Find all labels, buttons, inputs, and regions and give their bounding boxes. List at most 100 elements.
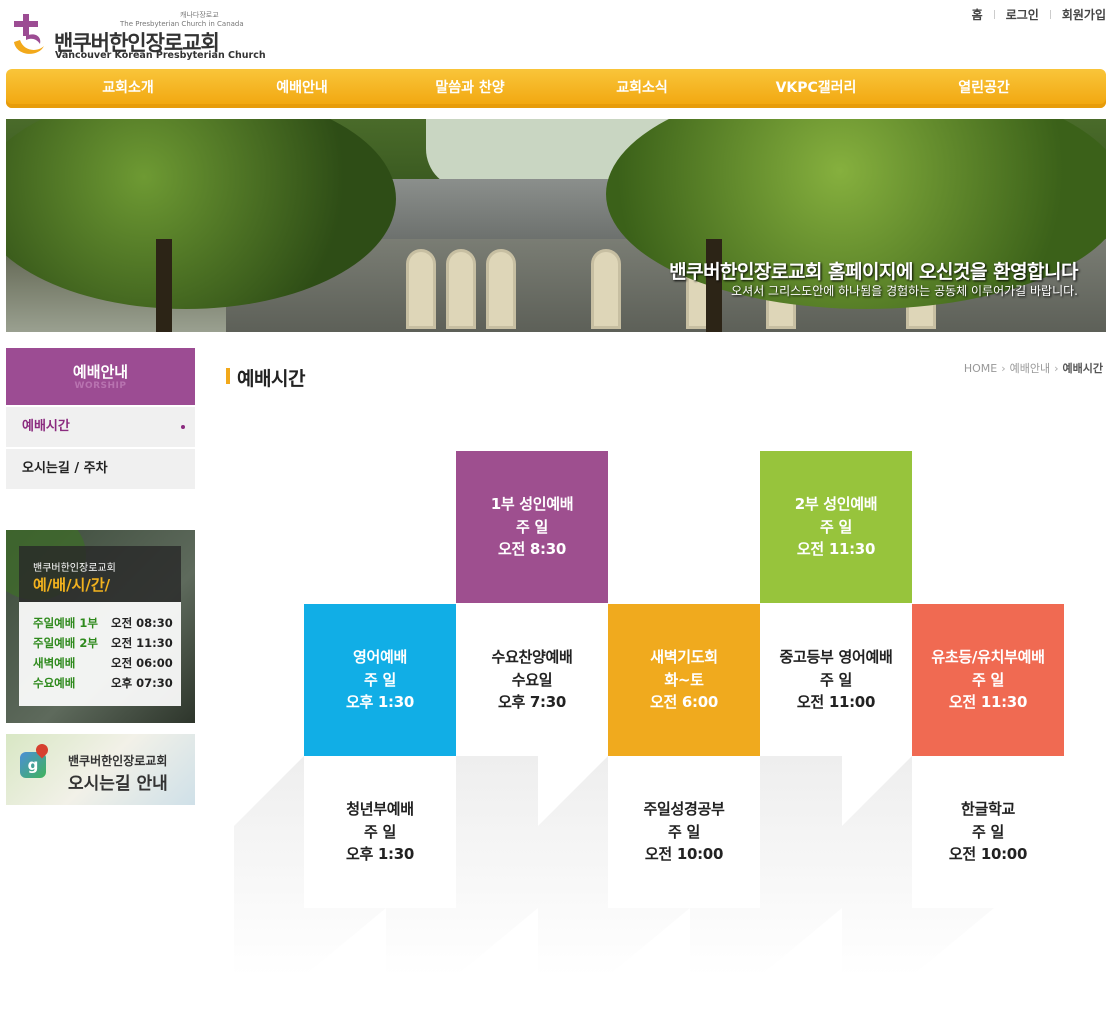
service-time: 오전 10:00 bbox=[644, 845, 724, 864]
service-name: 1부 성인예배 bbox=[490, 495, 574, 514]
utility-links: 홈 로그인 회원가입 bbox=[972, 6, 1106, 23]
breadcrumb: HOME › 예배안내 › 예배시간 bbox=[964, 360, 1103, 376]
service-time: 오후 1:30 bbox=[345, 693, 415, 712]
service-name: 주일성경공부 bbox=[643, 800, 725, 819]
divider bbox=[1049, 10, 1051, 19]
service-box-korean-school: 한글학교 주 일 오전 10:00 bbox=[912, 756, 1064, 908]
breadcrumb-worship[interactable]: 예배안내 bbox=[1010, 362, 1050, 375]
active-dot-icon bbox=[181, 425, 185, 429]
banner-title: 밴쿠버한인장로교회 홈페이지에 오신것을 환영합니다 bbox=[669, 261, 1078, 283]
service-box-bible-study: 주일성경공부 주 일 오전 10:00 bbox=[608, 756, 760, 908]
service-box-young-adults: 청년부예배 주 일 오후 1:30 bbox=[304, 756, 456, 908]
service-day: 주 일 bbox=[820, 670, 852, 689]
service-day: 주 일 bbox=[820, 517, 852, 536]
banner-window bbox=[486, 249, 516, 329]
banner-subtitle: 오셔서 그리스도안에 하나됨을 경험하는 공동체 이루어가길 바랍니다. bbox=[731, 284, 1078, 298]
card-header: 밴쿠버한인장로교회 예/배/시/간/ bbox=[19, 546, 181, 602]
church-logo[interactable]: 캐나다장로교 The Presbyterian Church in Canada… bbox=[8, 10, 266, 62]
service-time: 오전 8:30 bbox=[497, 540, 567, 559]
service-day: 주 일 bbox=[364, 822, 396, 841]
service-time: 오전 11:30 bbox=[948, 693, 1028, 712]
sidebar-item-worship-time[interactable]: 예배시간 bbox=[6, 407, 195, 447]
service-box-2nd-adult: 2부 성인예배 주 일 오전 11:30 bbox=[760, 451, 912, 603]
service-box-dawn-prayer: 새벽기도회 화~토 오전 6:00 bbox=[608, 604, 760, 756]
service-time: 오전 08:30 bbox=[111, 616, 173, 630]
page: 캐나다장로교 The Presbyterian Church in Canada… bbox=[0, 0, 1110, 1022]
service-time: 오전 11:30 bbox=[796, 540, 876, 559]
service-name: 수요찬양예배 bbox=[491, 648, 573, 667]
breadcrumb-current: 예배시간 bbox=[1062, 362, 1103, 375]
service-day: 주 일 bbox=[364, 670, 396, 689]
page-title: 예배시간 bbox=[237, 368, 305, 390]
directions-map-card[interactable]: g 밴쿠버한인장로교회 오시는길 안내 bbox=[6, 734, 195, 805]
banner-window bbox=[591, 249, 621, 329]
signup-link[interactable]: 회원가입 bbox=[1062, 6, 1106, 23]
service-box-english: 영어예배 주 일 오후 1:30 bbox=[304, 604, 456, 756]
chevron-right-icon: › bbox=[1054, 362, 1059, 375]
service-box-youth-english: 중고등부 영어예배 주 일 오전 11:00 bbox=[760, 604, 912, 756]
hero-banner: 밴쿠버한인장로교회 홈페이지에 오신것을 환영합니다 오셔서 그리스도안에 하나… bbox=[6, 119, 1106, 332]
service-day: 화~토 bbox=[664, 670, 704, 689]
service-name: 새벽예배 bbox=[33, 656, 76, 670]
service-name: 한글학교 bbox=[960, 800, 1015, 819]
banner-tree-trunk bbox=[156, 239, 172, 332]
banner-tree-trunk bbox=[706, 239, 722, 332]
chevron-right-icon: › bbox=[1001, 362, 1006, 375]
nav-item-open-space[interactable]: 열린공간 bbox=[924, 69, 1044, 108]
service-time: 오전 6:00 bbox=[649, 693, 719, 712]
card-title: 예/배/시/간/ bbox=[33, 576, 111, 594]
nav-item-about[interactable]: 교회소개 bbox=[68, 69, 188, 108]
nav-item-news[interactable]: 교회소식 bbox=[582, 69, 702, 108]
service-name: 청년부예배 bbox=[346, 800, 414, 819]
banner-window bbox=[446, 249, 476, 329]
card-time-row: 주일예배 1부 오전 08:30 bbox=[33, 615, 173, 631]
service-name: 유초등/유치부예배 bbox=[931, 648, 1045, 667]
home-link[interactable]: 홈 bbox=[972, 6, 983, 23]
sidebar-item-label: 예배시간 bbox=[22, 419, 70, 434]
service-name: 중고등부 영어예배 bbox=[779, 648, 893, 667]
service-time: 오후 1:30 bbox=[345, 845, 415, 864]
card-time-list: 주일예배 1부 오전 08:30 주일예배 2부 오전 11:30 새벽예배 오전 0… bbox=[19, 602, 181, 706]
service-name: 2부 성인예배 bbox=[794, 495, 878, 514]
service-day: 주 일 bbox=[516, 517, 548, 536]
nav-item-gallery[interactable]: VKPC갤러리 bbox=[756, 69, 876, 108]
service-name: 수요예배 bbox=[33, 676, 76, 690]
sidebar-item-label: 오시는길 / 주차 bbox=[22, 461, 108, 476]
card-time-row: 주일예배 2부 오전 11:30 bbox=[33, 635, 173, 651]
sidebar-heading: 예배안내 WORSHIP bbox=[6, 348, 195, 405]
service-day: 수요일 bbox=[511, 670, 553, 689]
card-time-row: 새벽예배 오전 06:00 bbox=[33, 655, 173, 671]
service-box-wednesday: 수요찬양예배 수요일 오후 7:30 bbox=[456, 604, 608, 756]
service-time: 오전 10:00 bbox=[948, 845, 1028, 864]
service-day: 주 일 bbox=[972, 822, 1004, 841]
sidebar-title-en: WORSHIP bbox=[74, 381, 127, 391]
sidebar-title: 예배안내 bbox=[72, 363, 129, 381]
map-card-church-name: 밴쿠버한인장로교회 bbox=[68, 754, 168, 768]
divider bbox=[993, 10, 995, 19]
title-accent-bar bbox=[226, 368, 230, 384]
service-day: 주 일 bbox=[972, 670, 1004, 689]
card-time-row: 수요예배 오후 07:30 bbox=[33, 675, 173, 691]
service-name: 주일예배 1부 bbox=[33, 616, 98, 630]
nav-item-sermon[interactable]: 말씀과 찬양 bbox=[410, 69, 530, 108]
worship-time-card[interactable]: 밴쿠버한인장로교회 예/배/시/간/ 주일예배 1부 오전 08:30 주일예배 … bbox=[6, 530, 195, 723]
service-time: 오후 07:30 bbox=[111, 676, 173, 690]
map-card-title: 오시는길 안내 bbox=[68, 774, 168, 794]
nav-item-worship[interactable]: 예배안내 bbox=[242, 69, 362, 108]
breadcrumb-home[interactable]: HOME bbox=[964, 362, 997, 375]
service-name: 새벽기도회 bbox=[650, 648, 718, 667]
logo-denomination-ko: 캐나다장로교 bbox=[180, 11, 219, 19]
service-box-children: 유초등/유치부예배 주 일 오전 11:30 bbox=[912, 604, 1064, 756]
sidebar-item-directions[interactable]: 오시는길 / 주차 bbox=[6, 449, 195, 489]
service-box-1st-adult: 1부 성인예배 주 일 오전 8:30 bbox=[456, 451, 608, 603]
service-time: 오전 11:30 bbox=[111, 636, 173, 650]
card-church-name: 밴쿠버한인장로교회 bbox=[33, 563, 116, 574]
main-nav: 교회소개 예배안내 말씀과 찬양 교회소식 VKPC갤러리 열린공간 bbox=[6, 69, 1106, 108]
banner-window bbox=[406, 249, 436, 329]
logo-subtitle: Vancouver Korean Presbyterian Church bbox=[55, 50, 266, 61]
service-time: 오후 7:30 bbox=[497, 693, 567, 712]
church-logo-icon bbox=[14, 14, 44, 54]
login-link[interactable]: 로그인 bbox=[1006, 6, 1039, 23]
service-time: 오전 11:00 bbox=[796, 693, 876, 712]
service-day: 주 일 bbox=[668, 822, 700, 841]
